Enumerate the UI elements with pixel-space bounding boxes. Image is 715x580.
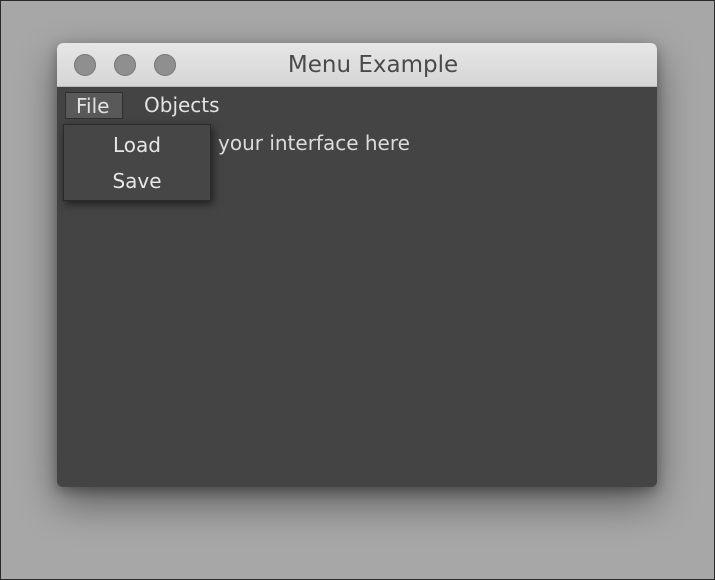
file-menu-dropdown: Load Save: [63, 124, 211, 201]
window-title: Menu Example: [287, 52, 459, 78]
menu-bar: File Objects: [57, 87, 657, 121]
menu-file[interactable]: File: [65, 92, 123, 119]
menu-objects[interactable]: Objects: [134, 92, 230, 119]
menu-item-load[interactable]: Load: [64, 127, 210, 163]
app-window: Menu Example File Objects your interface…: [57, 43, 657, 487]
title-bar[interactable]: Menu Example: [57, 43, 657, 87]
menu-item-save[interactable]: Save: [64, 163, 210, 199]
content-placeholder-text: your interface here: [218, 131, 410, 155]
